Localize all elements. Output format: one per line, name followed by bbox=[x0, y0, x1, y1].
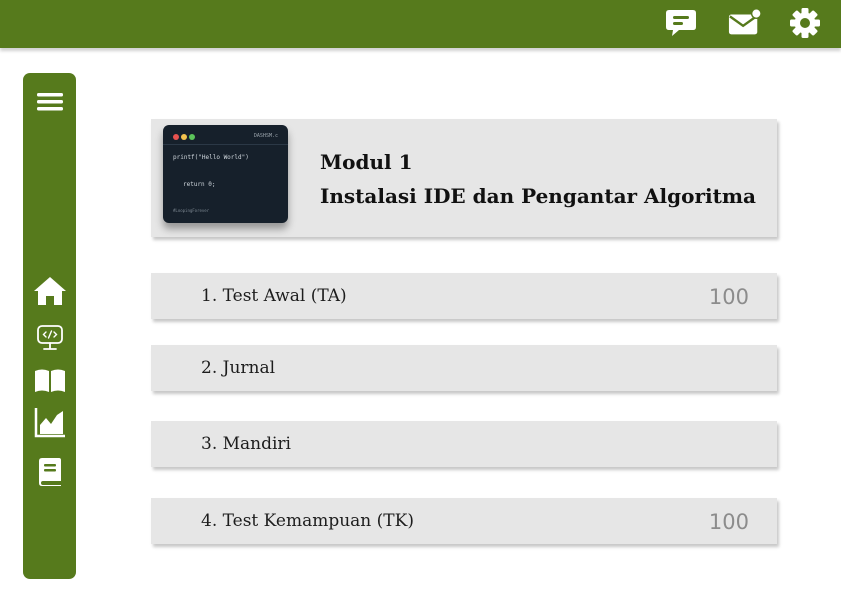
task-item-test-awal[interactable]: 1. Test Awal (TA) 100 bbox=[151, 273, 777, 319]
task-label: 2. Jurnal bbox=[201, 358, 276, 378]
red-dot-icon bbox=[173, 134, 179, 140]
module-title: Modul 1 Instalasi IDE dan Pengantar Algo… bbox=[320, 145, 756, 213]
top-bar bbox=[0, 0, 841, 48]
home-icon[interactable] bbox=[23, 275, 76, 307]
thumbnail-tag: #LoopingForever bbox=[173, 208, 210, 213]
book-icon[interactable] bbox=[23, 366, 76, 394]
task-score: 100 bbox=[708, 285, 749, 309]
task-label: 1. Test Awal (TA) bbox=[201, 286, 347, 306]
task-label: 3. Mandiri bbox=[201, 434, 291, 454]
thumbnail-filename: DASHSM.c bbox=[253, 133, 278, 139]
task-item-test-kemampuan[interactable]: 4. Test Kemampuan (TK) 100 bbox=[151, 498, 777, 544]
chart-icon[interactable] bbox=[23, 406, 76, 438]
yellow-dot-icon bbox=[181, 134, 187, 140]
mail-notification-icon[interactable] bbox=[728, 8, 762, 38]
code-monitor-icon[interactable] bbox=[23, 324, 76, 352]
thumbnail-code-line: return 0; bbox=[183, 181, 216, 188]
task-score: 100 bbox=[708, 510, 749, 534]
thumbnail-code-line: printf("Hello World") bbox=[173, 154, 249, 161]
gear-icon[interactable] bbox=[788, 8, 822, 38]
thumbnail-divider bbox=[163, 144, 288, 145]
module-card[interactable]: DASHSM.c printf("Hello World") return 0;… bbox=[151, 119, 777, 237]
task-label: 4. Test Kemampuan (TK) bbox=[201, 511, 414, 531]
task-item-jurnal[interactable]: 2. Jurnal bbox=[151, 345, 777, 391]
module-name: Instalasi IDE dan Pengantar Algoritma bbox=[320, 184, 756, 208]
notebook-icon[interactable] bbox=[23, 457, 76, 487]
sidebar bbox=[23, 73, 76, 579]
menu-icon[interactable] bbox=[23, 91, 76, 113]
task-item-mandiri[interactable]: 3. Mandiri bbox=[151, 421, 777, 467]
module-thumbnail: DASHSM.c printf("Hello World") return 0;… bbox=[163, 125, 288, 223]
chat-icon[interactable] bbox=[664, 8, 698, 38]
module-number: Modul 1 bbox=[320, 150, 413, 174]
green-dot-icon bbox=[189, 134, 195, 140]
